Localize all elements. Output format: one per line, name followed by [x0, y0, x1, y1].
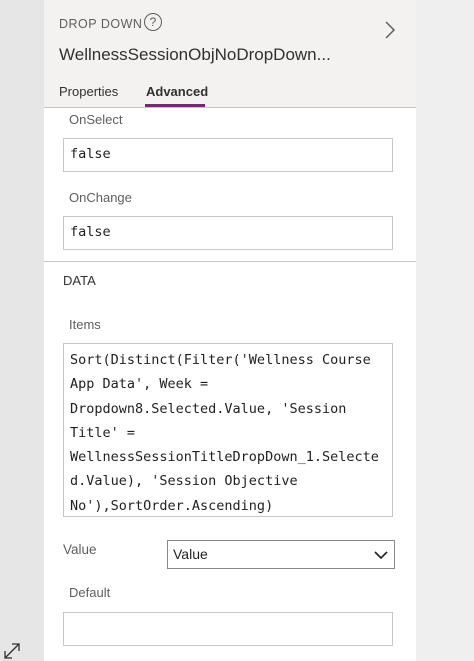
value-dropdown-selected: Value [173, 546, 208, 562]
items-label: Items [69, 317, 101, 332]
formula-line: Title' = [70, 424, 136, 441]
onchange-field[interactable]: false [63, 216, 393, 250]
onselect-label: OnSelect [69, 112, 123, 127]
control-type-label: DROP DOWN [59, 17, 143, 31]
formula-line: WellnessSessionTitleDropDown_1.Selecte [70, 449, 379, 466]
chevron-down-icon [374, 551, 388, 560]
value-label: Value [63, 542, 97, 557]
control-name: WellnessSessionObjNoDropDown... [59, 45, 331, 64]
section-divider [44, 261, 416, 262]
formula-line: App Data', Week = [70, 376, 209, 393]
chevron-right-icon[interactable] [380, 20, 400, 40]
formula-line: Dropdown8.Selected.Value, 'Session [70, 400, 347, 417]
header-divider [44, 107, 416, 108]
formula-line: d.Value), 'Session Objective [70, 473, 298, 490]
tab-properties[interactable]: Properties [59, 84, 118, 99]
help-circle-icon[interactable]: ? [144, 13, 162, 31]
properties-panel: DROP DOWN ? WellnessSessionObjNoDropDown… [44, 0, 416, 661]
default-label: Default [69, 585, 111, 600]
tab-advanced[interactable]: Advanced [146, 84, 208, 99]
formula-line: No'),SortOrder.Ascending) [70, 497, 274, 514]
value-dropdown[interactable]: Value [167, 540, 395, 569]
right-canvas-strip [416, 0, 474, 661]
formula-line: Sort(Distinct(Filter('Wellness Course [70, 352, 371, 368]
resize-diagonal-icon[interactable] [3, 642, 21, 660]
left-canvas-strip [0, 0, 44, 661]
data-section-title: DATA [63, 273, 96, 288]
default-field[interactable] [63, 612, 393, 646]
items-formula-field[interactable]: Sort(Distinct(Filter('Wellness Course App… [63, 343, 393, 517]
onchange-label: OnChange [69, 190, 132, 205]
onselect-field[interactable]: false [63, 138, 393, 172]
